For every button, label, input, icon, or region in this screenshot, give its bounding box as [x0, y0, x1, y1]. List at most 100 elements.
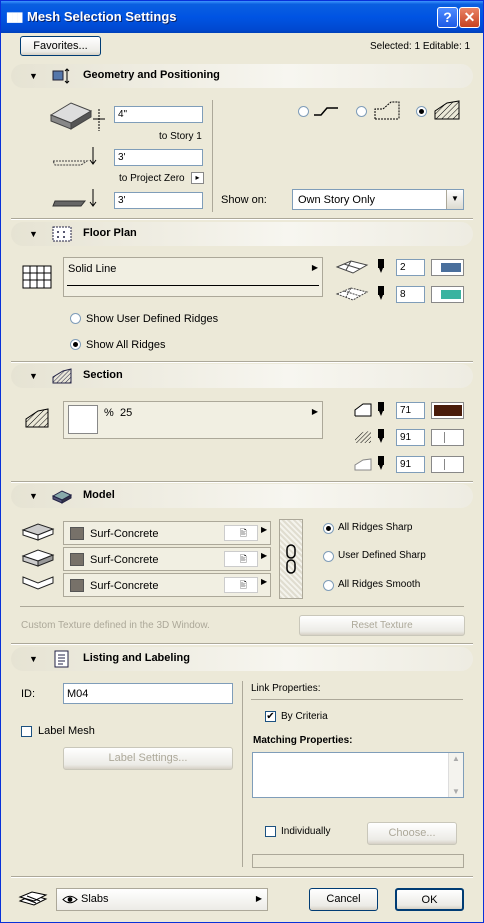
floor-plan-icon: [52, 226, 72, 242]
top-offset-field[interactable]: 4": [114, 106, 203, 123]
section-header-geometry[interactable]: ▼ Geometry and Positioning: [11, 64, 473, 88]
label-settings-button[interactable]: Label Settings...: [63, 747, 233, 770]
thin-divider: [20, 606, 464, 607]
material-override-box[interactable]: 🖹: [224, 551, 258, 567]
line-preview: [67, 285, 319, 286]
help-button[interactable]: ?: [437, 7, 458, 28]
section-header-section[interactable]: ▼ Section: [11, 364, 473, 388]
elevation-icon: [52, 147, 97, 166]
fill-pen-color-swatch[interactable]: [431, 429, 464, 446]
popup-arrow-icon: ▶: [261, 525, 268, 534]
bottom-pen-color-swatch[interactable]: [431, 286, 464, 303]
material-name: Surf-Concrete: [90, 554, 159, 566]
geometry-icon: [52, 68, 70, 84]
id-label: ID:: [21, 688, 36, 700]
section-title: Section: [83, 369, 123, 381]
reference-dropdown[interactable]: ▸: [191, 172, 204, 184]
section-header-floor-plan[interactable]: ▼ Floor Plan: [11, 222, 473, 246]
individually-label[interactable]: Individually: [281, 826, 330, 837]
fill-percent-label: %: [104, 407, 114, 419]
material-override-box[interactable]: 🖹: [224, 577, 258, 593]
background-pen-field[interactable]: 91: [396, 456, 425, 473]
material-swatch: [70, 579, 84, 592]
show-on-value: Own Story Only: [298, 194, 376, 206]
elevation-field[interactable]: 3': [114, 149, 203, 166]
fill-percent-value: 25: [120, 407, 133, 419]
background-pen-icon: [354, 458, 372, 471]
all-ridges-smooth-radio[interactable]: [323, 580, 334, 591]
bottom-material-selector[interactable]: Surf-Concrete 🖹 ▶: [63, 573, 271, 597]
cut-fill-selector[interactable]: % 25 ▶: [63, 401, 323, 439]
cut-pen-field[interactable]: 71: [396, 402, 425, 419]
collapse-arrow-icon[interactable]: ▼: [29, 371, 38, 381]
user-defined-sharp-radio[interactable]: [323, 551, 334, 562]
show-on-select[interactable]: Own Story Only ▼: [292, 189, 464, 210]
favorites-button[interactable]: Favorites...: [20, 36, 101, 56]
all-ridges-radio[interactable]: [70, 339, 81, 350]
scroll-down-icon[interactable]: ▼: [452, 787, 460, 796]
section-title: Geometry and Positioning: [83, 69, 220, 81]
top-material-selector[interactable]: Surf-Concrete 🖹 ▶: [63, 521, 271, 545]
line-type-selector[interactable]: Solid Line ▶: [63, 257, 323, 297]
section-header-model[interactable]: ▼ Model: [11, 484, 473, 508]
user-defined-ridges-radio[interactable]: [70, 313, 81, 324]
all-ridges-sharp-label[interactable]: All Ridges Sharp: [338, 522, 412, 533]
user-defined-ridges-label[interactable]: Show User Defined Ridges: [86, 313, 218, 325]
all-ridges-sharp-radio[interactable]: [323, 523, 334, 534]
collapse-arrow-icon[interactable]: ▼: [29, 491, 38, 501]
collapse-arrow-icon[interactable]: ▼: [29, 654, 38, 664]
layers-icon: [18, 891, 48, 906]
title-bar[interactable]: ▮▮▮ Mesh Selection Settings ? ✕: [1, 1, 483, 33]
layer-selector[interactable]: Slabs ▶: [56, 888, 268, 911]
structure-sides-radio[interactable]: [356, 106, 367, 117]
label-mesh-checkbox[interactable]: [21, 726, 32, 737]
by-criteria-checkbox[interactable]: ✔: [265, 711, 276, 722]
list-scrollbar[interactable]: ▲ ▼: [448, 753, 463, 797]
material-swatch: [70, 527, 84, 540]
cut-pen-color-swatch[interactable]: [431, 402, 464, 419]
eye-icon[interactable]: [62, 894, 78, 905]
window-title: Mesh Selection Settings: [27, 9, 177, 24]
popup-arrow-icon: ▶: [261, 551, 268, 560]
material-name: Surf-Concrete: [90, 528, 159, 540]
bottom-value-field[interactable]: 3': [114, 192, 203, 209]
dropdown-arrow-icon[interactable]: ▼: [446, 190, 463, 209]
all-ridges-label[interactable]: Show All Ridges: [86, 339, 166, 351]
collapse-arrow-icon[interactable]: ▼: [29, 71, 38, 81]
cancel-button[interactable]: Cancel: [309, 888, 378, 911]
mesh-grid-icon: [22, 265, 52, 289]
fill-pen-icon: [355, 431, 371, 443]
id-field[interactable]: M04: [63, 683, 233, 704]
matching-properties-list[interactable]: ▲ ▼: [252, 752, 464, 798]
by-criteria-label[interactable]: By Criteria: [281, 711, 328, 722]
choose-button[interactable]: Choose...: [367, 822, 457, 845]
material-override-box[interactable]: 🖹: [224, 525, 258, 541]
material-paint-icon: 🖹: [239, 528, 247, 538]
all-ridges-smooth-label[interactable]: All Ridges Smooth: [338, 579, 420, 590]
bottom-pen-field[interactable]: 8: [396, 286, 425, 303]
user-defined-sharp-label[interactable]: User Defined Sharp: [338, 550, 426, 561]
fill-pen-field[interactable]: 91: [396, 429, 425, 446]
popup-arrow-icon: ▶: [311, 263, 318, 272]
thin-divider: [251, 699, 463, 700]
side-material-selector[interactable]: Surf-Concrete 🖹 ▶: [63, 547, 271, 571]
ok-button[interactable]: OK: [395, 888, 464, 911]
structure-surface-radio[interactable]: [298, 106, 309, 117]
pen-icon: [378, 402, 384, 416]
archicad-icon: ▮▮▮: [6, 9, 23, 24]
background-pen-color-swatch[interactable]: [431, 456, 464, 473]
top-pen-field[interactable]: 2: [396, 259, 425, 276]
section-icon: [52, 368, 72, 384]
structure-solid-radio[interactable]: [416, 106, 427, 117]
reset-texture-button[interactable]: Reset Texture: [299, 615, 465, 636]
section-title: Listing and Labeling: [83, 652, 190, 664]
label-mesh-label[interactable]: Label Mesh: [38, 725, 95, 737]
scroll-up-icon[interactable]: ▲: [452, 754, 460, 763]
collapse-arrow-icon[interactable]: ▼: [29, 229, 38, 239]
close-button[interactable]: ✕: [459, 7, 480, 28]
individually-checkbox[interactable]: [265, 826, 276, 837]
popup-arrow-icon: ▶: [261, 577, 268, 586]
material-chain-link[interactable]: [279, 519, 303, 599]
top-pen-color-swatch[interactable]: [431, 259, 464, 276]
section-header-listing[interactable]: ▼ Listing and Labeling: [11, 647, 473, 671]
